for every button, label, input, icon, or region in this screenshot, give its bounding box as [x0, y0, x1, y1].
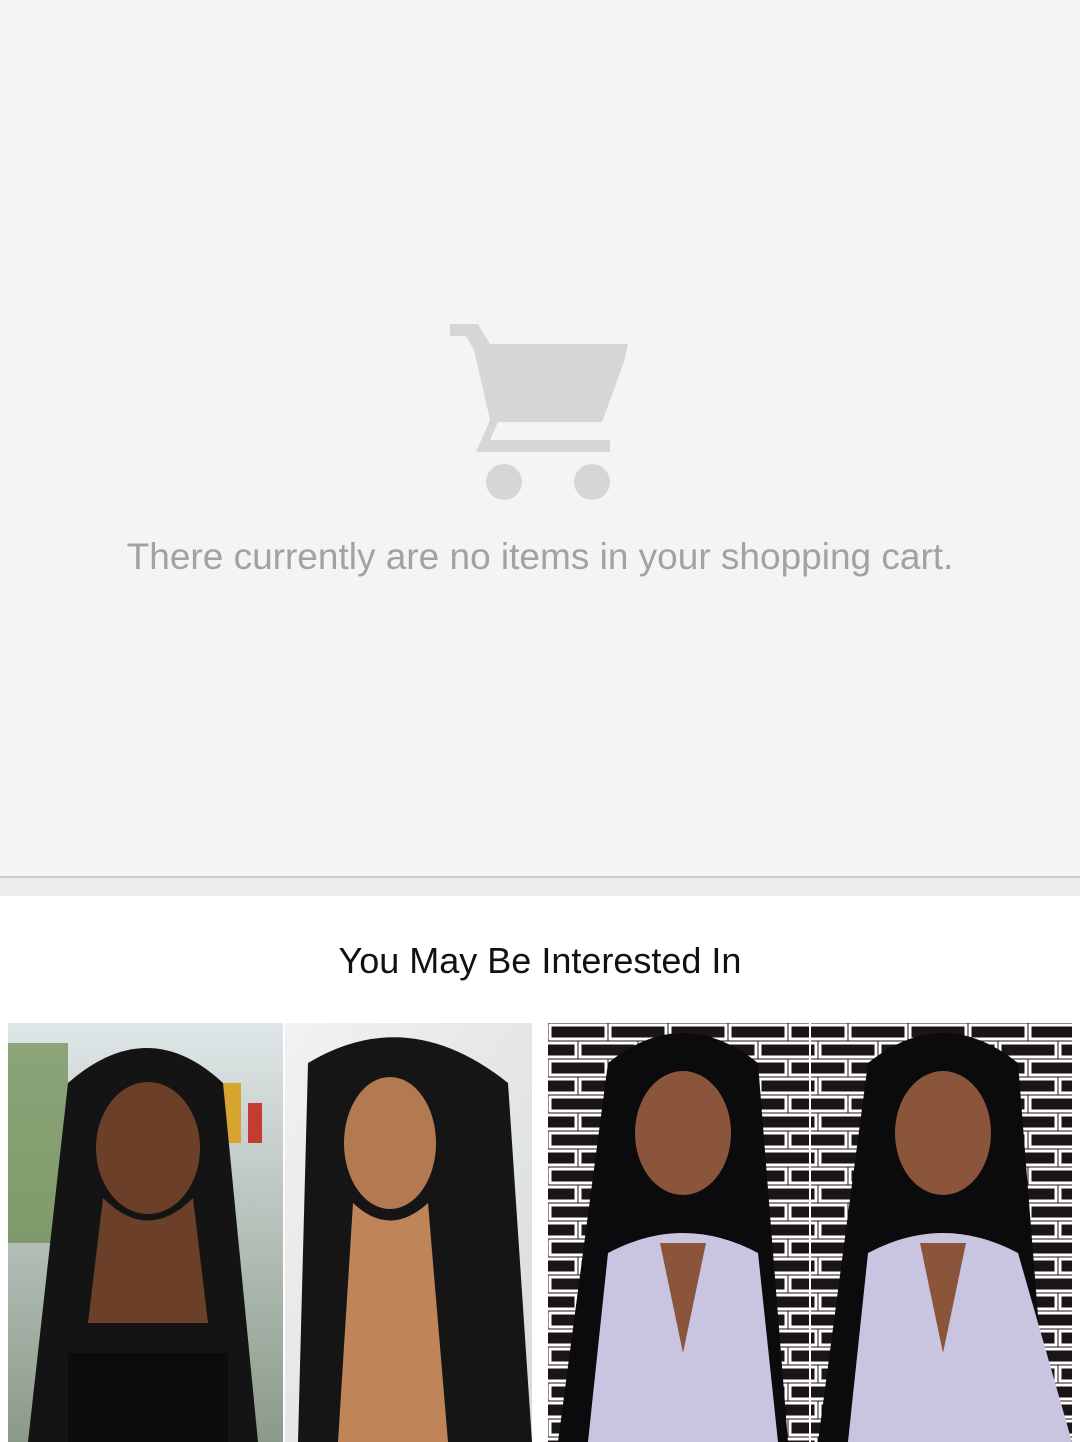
product-card[interactable]	[8, 1023, 532, 1442]
empty-cart-message: There currently are no items in your sho…	[126, 536, 954, 577]
straight-wig-photo	[548, 1023, 1072, 1442]
shopping-cart-icon	[450, 324, 628, 500]
empty-cart-panel: There currently are no items in your sho…	[0, 0, 1080, 876]
curly-wig-photo	[8, 1023, 532, 1442]
product-card[interactable]	[548, 1023, 1072, 1442]
section-divider	[0, 876, 1080, 896]
recommendations-section: You May Be Interested In	[0, 896, 1080, 1442]
recommendations-title: You May Be Interested In	[338, 940, 742, 981]
